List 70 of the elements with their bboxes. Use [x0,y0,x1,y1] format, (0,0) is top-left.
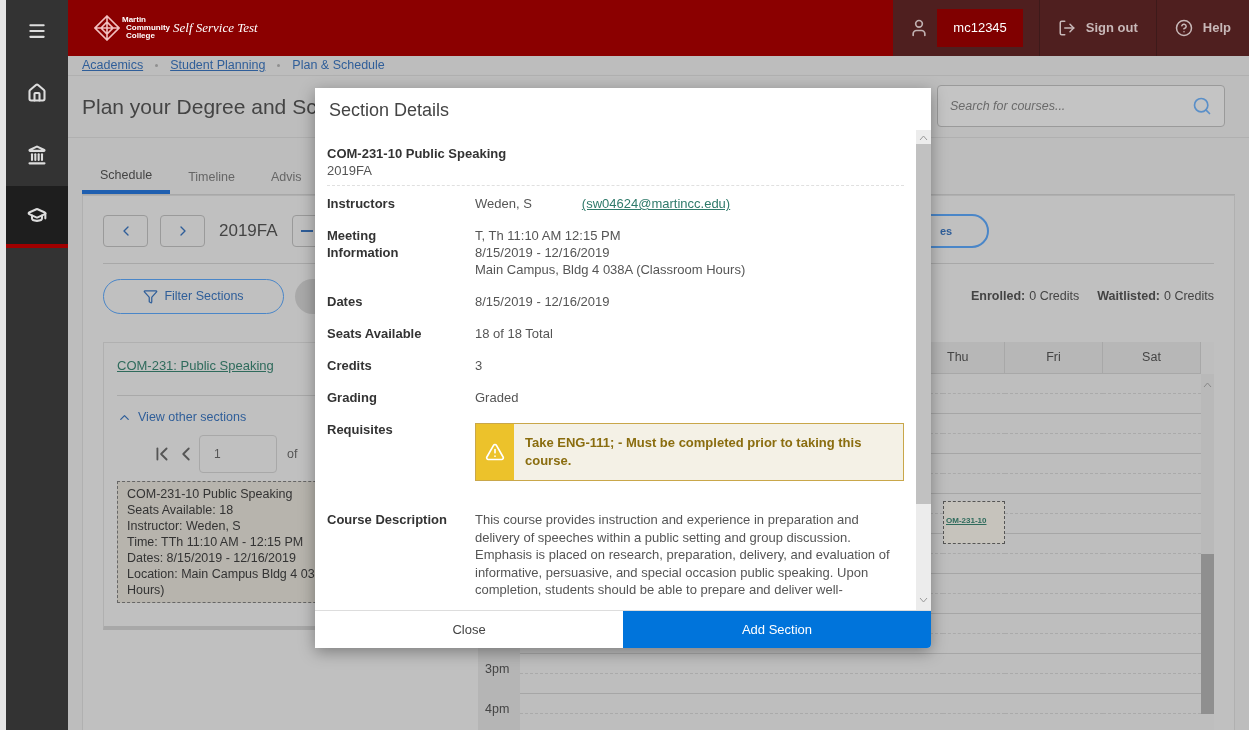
logo-text: Martin [122,16,147,24]
search-field[interactable]: Search for courses... [937,85,1225,128]
day-header: Thu [943,341,1005,373]
sidebar-item[interactable] [6,186,68,248]
help-button[interactable]: Help [1156,0,1249,56]
breadcrumb-link[interactable]: Academics [82,56,144,75]
field-label: Requisites [327,421,393,439]
course-description: This course provides instruction and experience in preparation and delivery of speeches within a public setting and group discussion. Emphasis is placed on research, preparation, delivery, and evaluation of informative, persuasive, and special occasion public speaking. Upon completion, students should be able to prepare and deliver well- [475,511,891,599]
logo-text: Community [126,24,170,32]
credit-value: 0 Credits [1029,288,1080,306]
section-detail: COM-231-10 Public Speaking [127,486,293,502]
field-label: Grading [327,389,377,406]
field-label: Meeting Information [327,227,400,262]
filter-icon [143,289,159,305]
warning-icon [485,442,505,462]
section-detail: Time: TTh 11:10 AM - 12:15 PM [127,534,304,550]
day-header: Fri [1005,341,1103,373]
page-input[interactable]: 1 [199,435,277,473]
add-section-button[interactable]: Add Section [623,611,931,648]
warning-text: Take ENG-111; - Must be completed prior to taking this course. [524,434,863,470]
page-title: Plan your Degree and Sc [82,93,317,120]
field-label: Instructors [327,195,395,212]
breadcrumb-link[interactable]: Plan & Schedule [292,56,385,75]
time-label: 4pm [485,701,510,716]
sign-out-icon [1057,19,1076,37]
section-detail: Instructor: Weden, S [127,518,241,534]
field-value: Main Campus, Bldg 4 038A (Classroom Hours) [475,261,746,278]
logo-text: College [126,32,155,40]
event-link[interactable]: OM-231-10 [946,515,987,525]
term-label: 2019FA [218,220,279,242]
page-count: of [287,445,298,463]
section-detail: Dates: 8/15/2019 - 12/16/2019 [127,550,296,566]
graduation-cap-icon [27,205,47,225]
close-button[interactable]: Close [315,611,623,648]
section-detail: Seats Available: 18 [127,502,234,518]
field-value: 18 of 18 Total [475,325,553,342]
email-link[interactable]: (sw04624@martincc.edu) [581,195,731,212]
field-value: Weden, S [475,195,532,212]
tab[interactable]: Advis [252,161,320,194]
search-placeholder: Search for courses... [950,97,1067,115]
dialog-title: Section Details [329,99,451,122]
field-label: Credits [327,357,372,374]
calendar-event[interactable]: OM-231-10 [943,500,1005,544]
scrollbar[interactable] [916,130,931,610]
field-value: 8/15/2019 - 12/16/2019 [475,244,611,261]
section-detail: Location: Main Campus Bldg 4 03 [127,566,315,582]
field-value: 8/15/2019 - 12/16/2019 [475,293,610,310]
bank-building-icon [27,145,47,165]
sign-out-button[interactable]: Sign out [1039,0,1157,56]
day-header: Sat [1103,341,1201,373]
tab[interactable]: Timeline [170,161,253,194]
field-value: Graded [475,389,519,406]
course-term: 2019FA [327,162,373,179]
home-icon [27,83,47,103]
field-label: Seats Available [327,325,422,342]
diamond-logo-icon [94,15,120,41]
field-value: 3 [475,357,483,374]
help-icon [1174,19,1193,37]
field-label: Dates [327,293,363,310]
username[interactable]: mc12345 [937,9,1023,47]
section-detail: Hours) [127,582,165,598]
time-label: 3pm [485,661,510,676]
breadcrumb-link[interactable]: Student Planning [170,56,266,75]
credit-label: Waitlisted: [1097,288,1160,306]
menu-icon [27,21,47,41]
course-name: COM-231-10 Public Speaking [327,145,508,162]
app-name: Self Service Test [173,19,258,38]
field-value: T, Th 11:10 AM 12:15 PM [475,227,622,244]
credit-label: Enrolled: [971,288,1026,306]
credit-value: 0 Credits [1163,288,1214,306]
